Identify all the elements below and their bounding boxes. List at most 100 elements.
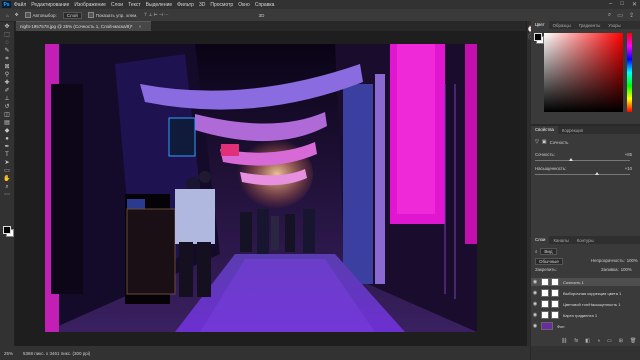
gradient-tool-icon[interactable]: ▤ [3, 120, 11, 126]
move-tool-icon[interactable]: ✥ [15, 12, 19, 18]
share-icon[interactable]: ⇪ [629, 12, 634, 19]
trash-icon[interactable]: 🗑 [630, 338, 636, 344]
align-icons[interactable]: ⊤ ⊥ ⊢ ⊣ ⋯ [143, 12, 168, 18]
visibility-eye-icon[interactable]: ◉ [531, 312, 539, 318]
visibility-eye-icon[interactable]: ◉ [531, 301, 539, 307]
visibility-eye-icon[interactable]: ◉ [531, 279, 539, 285]
opacity-value[interactable]: 100% [627, 258, 638, 263]
saturation-label: Насыщенность: [535, 166, 567, 171]
maximize-button[interactable]: □ [620, 1, 624, 8]
quick-select-tool-icon[interactable]: ✎ [3, 48, 11, 54]
vibrance-value[interactable]: +85 [625, 152, 632, 157]
layers-panel-tab-0[interactable]: Слои [531, 236, 550, 244]
layer-row[interactable]: ◉ Карта градиента 1 [531, 311, 640, 319]
layers-panel-tab-1[interactable]: Каналы [549, 238, 572, 243]
layer-filter-dropdown[interactable]: Вид [540, 248, 557, 255]
group-icon[interactable]: ▭ [607, 338, 612, 344]
blend-mode-dropdown[interactable]: Обычные [535, 258, 563, 265]
color-panel-tab-3[interactable]: Узоры [604, 23, 624, 28]
color-panel-tab-2[interactable]: Градиенты [575, 23, 605, 28]
show-controls-option[interactable]: Показать упр. элем. [87, 12, 137, 18]
menu-item-5[interactable]: Выделение [146, 2, 173, 8]
hand-tool-icon[interactable]: ✋ [3, 176, 11, 182]
close-tab-icon[interactable]: × [139, 24, 142, 29]
panel-bottom-strip [531, 346, 640, 360]
frame-tool-icon[interactable]: ⊠ [3, 64, 11, 70]
new-layer-icon[interactable]: ⊞ [619, 338, 623, 344]
type-tool-icon[interactable]: T [3, 152, 11, 158]
canvas-image[interactable] [45, 44, 477, 332]
layer-mask-thumbnail[interactable] [551, 289, 559, 297]
marquee-tool-icon[interactable]: ⬚ [3, 32, 11, 38]
vibrance-label: Сочность: [535, 152, 555, 157]
menu-item-4[interactable]: Текст [128, 2, 141, 8]
hue-slider[interactable] [627, 33, 632, 112]
menu-item-1[interactable]: Редактирование [31, 2, 69, 8]
layer-row[interactable]: ◉ Фон [531, 322, 640, 330]
saturation-slider[interactable] [535, 174, 630, 175]
more-tools-icon[interactable]: ⋯ [3, 192, 11, 198]
healing-tool-icon[interactable]: ✚ [3, 80, 11, 86]
menu-item-6[interactable]: Фильтр [177, 2, 194, 8]
auto-select-checkbox[interactable] [24, 12, 31, 18]
show-controls-checkbox[interactable] [87, 12, 94, 18]
close-window-button[interactable]: ✕ [632, 1, 637, 8]
home-icon[interactable]: ⌂ [6, 13, 9, 18]
move-tool-icon[interactable]: ✥ [3, 24, 11, 30]
color-panel-tab-1[interactable]: Образцы [549, 23, 575, 28]
crop-tool-icon[interactable]: ⌗ [3, 56, 11, 62]
document-tab[interactable]: night-1957578.jpg @ 25% (Сочность 1, Сло… [16, 21, 152, 31]
color-panel-tab-0[interactable]: Цвет [531, 21, 549, 29]
fill-value[interactable]: 100% [621, 267, 632, 272]
layer-mask-thumbnail[interactable] [551, 278, 559, 286]
lasso-tool-icon[interactable]: ◌ [3, 40, 11, 46]
menu-item-10[interactable]: Справка [255, 2, 275, 8]
menu-item-3[interactable]: Слои [111, 2, 123, 8]
layer-mask-thumbnail[interactable] [551, 300, 559, 308]
stamp-tool-icon[interactable]: ⊥ [3, 96, 11, 102]
link-icon[interactable]: ⛓ [561, 338, 567, 344]
vibrance-slider-knob[interactable] [569, 158, 573, 161]
path-select-tool-icon[interactable]: ➤ [3, 160, 11, 166]
eyedropper-tool-icon[interactable]: ⚲ [3, 72, 11, 78]
shape-tool-icon[interactable]: ▭ [3, 168, 11, 174]
menu-item-0[interactable]: Файл [14, 2, 26, 8]
visibility-eye-icon[interactable]: ◉ [531, 290, 539, 296]
zoom-tool-icon[interactable]: ⌕ [3, 184, 11, 190]
saturation-value[interactable]: +10 [625, 166, 632, 171]
auto-select-option[interactable]: Автовыбор: [24, 12, 57, 18]
layer-row[interactable]: ◉ Цветовой тон/Насыщенность 1 [531, 300, 640, 308]
minimize-button[interactable]: – [609, 1, 612, 8]
color-picker-field[interactable] [544, 33, 623, 112]
layer-mask-thumbnail[interactable] [551, 311, 559, 319]
properties-panel-tab-1[interactable]: Коррекция [558, 128, 587, 133]
foreground-color-swatch[interactable] [534, 33, 542, 41]
layers-panel-tab-2[interactable]: Контуры [573, 238, 598, 243]
saturation-slider-knob[interactable] [595, 172, 599, 175]
dodge-tool-icon[interactable]: ● [3, 136, 11, 142]
blur-tool-icon[interactable]: ◆ [3, 128, 11, 134]
properties-panel-tab-0[interactable]: Свойства [531, 126, 558, 134]
foreground-color-swatch[interactable] [3, 226, 11, 234]
layer-row[interactable]: ◉ Выборочная коррекция цвета 1 [531, 289, 640, 297]
menu-item-9[interactable]: Окно [238, 2, 250, 8]
adjustment-layer-icon[interactable]: ◑ [597, 338, 600, 344]
properties-panel: Свойства Коррекция ▽ ▣ Сочность Сочность:… [531, 126, 640, 236]
menu-item-2[interactable]: Изображение [74, 2, 106, 8]
pen-tool-icon[interactable]: ✒ [3, 144, 11, 150]
eraser-tool-icon[interactable]: ◫ [3, 112, 11, 118]
vibrance-slider[interactable] [535, 160, 630, 161]
layer-row[interactable]: ◉ Сочность 1 [531, 278, 640, 286]
menu-item-7[interactable]: 3D [199, 2, 205, 8]
add-mask-icon[interactable]: ◧ [585, 338, 590, 344]
fx-icon[interactable]: fx [574, 338, 578, 344]
history-brush-tool-icon[interactable]: ↺ [3, 104, 11, 110]
mask-icon[interactable]: ▣ [542, 139, 547, 145]
workspace-icon[interactable]: ▭ [617, 12, 623, 19]
zoom-level[interactable]: 25% [4, 351, 13, 356]
search-icon[interactable]: ⌕ [608, 12, 611, 19]
menu-item-8[interactable]: Просмотр [210, 2, 233, 8]
auto-select-dropdown[interactable]: Слой [62, 11, 82, 19]
visibility-eye-icon[interactable]: ◉ [531, 323, 539, 329]
brush-tool-icon[interactable]: ✐ [3, 88, 11, 94]
